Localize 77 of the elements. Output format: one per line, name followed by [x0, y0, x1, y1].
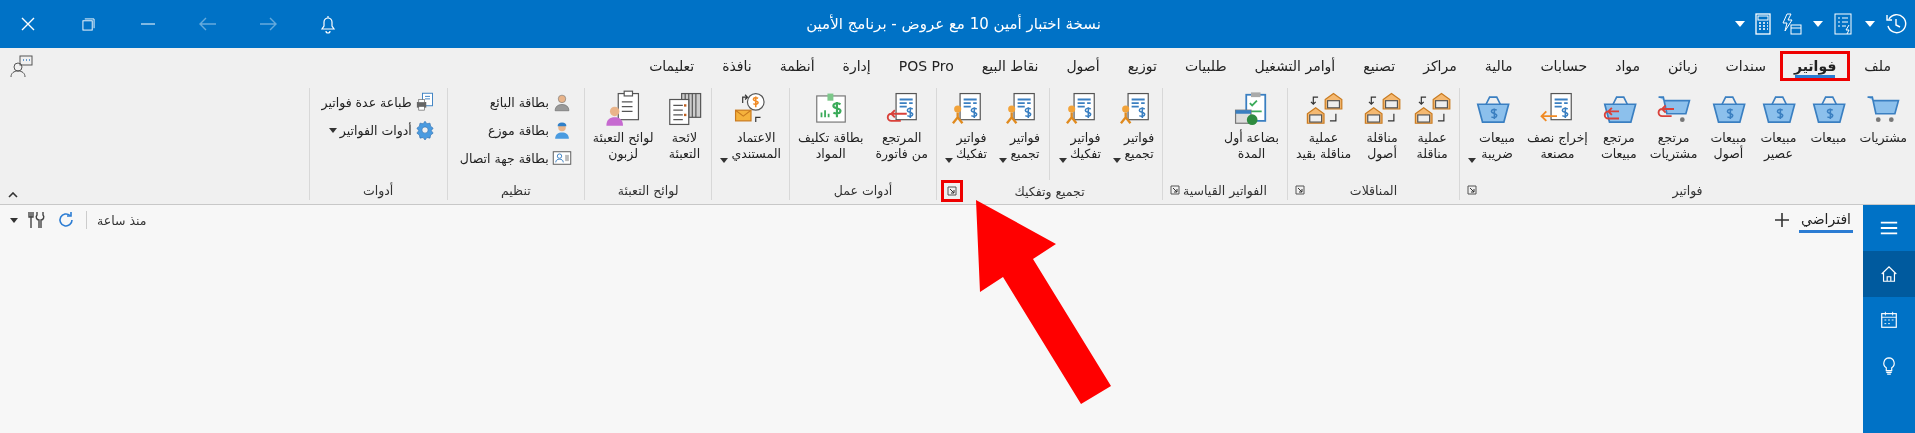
collapse-ribbon-icon[interactable]	[8, 192, 18, 198]
ribbon-button[interactable]: فواتير تفكيك	[1053, 88, 1108, 165]
group-label: تنظيم	[501, 182, 531, 198]
ribbon-button[interactable]: مبيعات	[1803, 88, 1854, 149]
ribbon-button[interactable]: بطاقة تكليف المواد	[792, 88, 870, 165]
ribbon-button[interactable]: طباعة عدة فواتير	[319, 90, 437, 114]
dashboard-tab[interactable]: افتراضي	[1799, 207, 1853, 233]
ribbon-tab[interactable]: أوامر التشغيل	[1240, 51, 1350, 81]
feedback-icon[interactable]	[10, 54, 34, 78]
ribbon-tab[interactable]: زبائن	[1654, 51, 1712, 81]
calculator-icon[interactable]	[1755, 13, 1771, 35]
ribbon-tab[interactable]: مالية	[1470, 51, 1527, 81]
ribbon-button[interactable]: بطاقة البائع	[487, 90, 574, 114]
tools-icon[interactable]	[28, 211, 46, 229]
ribbon-button[interactable]: عملية مناقلة	[1407, 88, 1458, 165]
ribbon-button[interactable]: فواتير تفكيك	[938, 88, 993, 165]
group-label: المناقلات	[1349, 182, 1398, 198]
contact-card-icon	[551, 148, 572, 168]
bell-icon[interactable]	[318, 14, 338, 34]
dialog-launcher-icon[interactable]	[946, 186, 957, 196]
refresh-icon[interactable]	[56, 210, 76, 230]
ribbon-button[interactable]: لوائح التعبئة لزبون	[586, 88, 660, 165]
lightning-form-icon[interactable]	[1781, 13, 1803, 35]
gear-icon	[414, 120, 435, 140]
ribbon-tab[interactable]: حسابات	[1526, 51, 1602, 81]
add-icon[interactable]	[1775, 213, 1789, 227]
updated-time: منذ ساعة	[97, 212, 147, 228]
ribbon-button[interactable]: مرتجع مشتريات	[1643, 88, 1704, 165]
history-icon[interactable]	[1885, 13, 1907, 35]
group-label: فواتير	[1672, 182, 1703, 198]
ribbon-tab[interactable]: طلبيات	[1170, 51, 1241, 81]
group-label: أدوات	[363, 182, 394, 198]
group-label: تجميع وتفكيك	[1014, 183, 1085, 199]
ribbon-button[interactable]: بضاعة أول المدة	[1218, 88, 1285, 165]
restore-icon[interactable]	[81, 17, 95, 31]
ribbon-button[interactable]: مشتريات	[1853, 88, 1913, 149]
group-label: لوائح التعبئة	[617, 182, 679, 198]
ribbon-tab[interactable]: مراكز	[1409, 51, 1471, 81]
home-icon[interactable]	[1863, 251, 1915, 297]
checklist-icon[interactable]	[1833, 13, 1855, 35]
ribbon-button[interactable]: أدوات الفواتير	[326, 118, 437, 142]
ribbon-tab[interactable]: تصنيع	[1349, 51, 1410, 81]
ribbon-button[interactable]: مرتجع مبيعات	[1593, 88, 1644, 165]
ribbon-tab[interactable]: توزيع	[1113, 51, 1171, 81]
ribbon-tab[interactable]: إدارة	[828, 51, 885, 81]
dialog-launcher-icon[interactable]	[1294, 185, 1305, 195]
ribbon-button[interactable]: مبيعات ضريبة	[1462, 88, 1521, 165]
ribbon-button[interactable]: المرتجع من فاتورة	[869, 88, 934, 165]
group-label: الفواتير القياسية	[1183, 182, 1267, 198]
ribbon-tab[interactable]: مواد	[1601, 51, 1655, 81]
ribbon-tab[interactable]: POS Pro	[884, 51, 968, 81]
ribbon-tab[interactable]: نقاط البيع	[967, 51, 1053, 81]
ribbon-button[interactable]: مبيعات عصير	[1753, 88, 1804, 165]
dialog-launcher-icon[interactable]	[1467, 185, 1478, 195]
ribbon-button[interactable]: مبيعات أصول	[1703, 88, 1754, 165]
ribbon-button[interactable]: مناقلة أصول	[1357, 88, 1408, 165]
ribbon-button[interactable]: بطاقة موزع	[486, 118, 574, 142]
caret-icon[interactable]	[10, 217, 18, 223]
ribbon-tab[interactable]: ملف	[1850, 51, 1905, 81]
ribbon-tab[interactable]: نافذة	[708, 51, 766, 81]
ribbon-button[interactable]: إخراج نصف مصنعة	[1520, 88, 1594, 165]
close-icon[interactable]	[21, 17, 35, 31]
ribbon-tab[interactable]: فواتير	[1779, 51, 1851, 81]
window-title: نسخة اختبار أمين 10 مع عروض - برنامج الأمين	[805, 15, 1102, 33]
ribbon-button[interactable]: فواتير تجميع	[1107, 88, 1161, 165]
ribbon-button[interactable]: فواتير تجميع	[992, 88, 1047, 165]
ribbon-tab[interactable]: تعليمات	[635, 51, 709, 81]
ribbon-button[interactable]: الاعتماد المستندي	[714, 88, 787, 165]
printer-icon	[414, 92, 435, 112]
dialog-launcher-icon[interactable]	[1170, 185, 1181, 195]
ribbon-button[interactable]: لائحة التعبئة	[659, 88, 710, 165]
group-label: أدوات عمل	[833, 182, 893, 198]
ribbon-tab[interactable]: أصول	[1052, 51, 1114, 81]
ribbon-tab[interactable]: أنظمة	[765, 51, 829, 81]
ribbon-button[interactable]: عملية مناقلة بقيد	[1289, 88, 1358, 165]
ribbon-button[interactable]: بطاقة جهة اتصال	[457, 146, 574, 170]
ribbon-tab[interactable]: سندات	[1711, 51, 1780, 81]
